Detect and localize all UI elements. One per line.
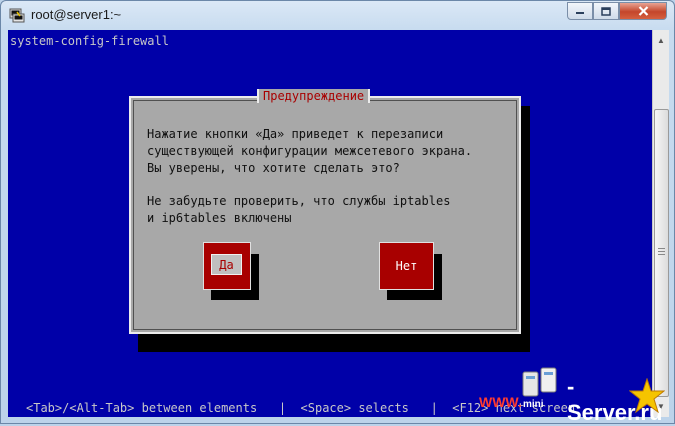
maximize-icon: [601, 6, 611, 16]
window-title: root@server1:~: [31, 7, 122, 22]
no-button-label: Нет: [395, 259, 418, 273]
dialog-line: существующей конфигурации межсетевого эк…: [147, 144, 473, 158]
watermark-www: WWW.: [479, 394, 522, 410]
star-icon: [629, 378, 665, 414]
title-bar[interactable]: root@server1:~: [1, 1, 674, 29]
yes-button[interactable]: Да: [203, 242, 251, 290]
watermark-mini: mini: [523, 399, 544, 410]
no-button[interactable]: Нет: [379, 242, 434, 290]
grip-line: [658, 254, 665, 255]
scrollbar-thumb[interactable]: [654, 109, 669, 397]
vertical-scrollbar[interactable]: ▲ ▼: [652, 30, 669, 417]
yes-button-focus: Да: [211, 254, 242, 275]
scroll-up-arrow-icon[interactable]: ▲: [653, 32, 669, 48]
minimize-button[interactable]: [567, 2, 593, 20]
dialog-shadow-side: [521, 106, 530, 352]
maximize-button[interactable]: [593, 2, 619, 20]
app-title: system-config-firewall: [10, 34, 169, 48]
close-button[interactable]: [619, 2, 667, 20]
warning-dialog: Предупреждение Нажатие кнопки «Да» приве…: [129, 89, 521, 334]
yes-button-shadow-bottom: [211, 290, 259, 300]
dialog-line: Нажатие кнопки «Да» приведет к перезапис…: [147, 127, 444, 141]
watermark-logo: -Server.ru WWW. mini: [479, 366, 669, 425]
grip-line: [658, 248, 665, 249]
grip-line: [658, 251, 665, 252]
no-button-shadow-bottom: [387, 290, 442, 300]
terminal-screen[interactable]: system-config-firewall Предупреждение На…: [8, 30, 652, 417]
dialog-line: и ip6tables включены: [147, 211, 292, 225]
yes-button-label: Да: [219, 257, 234, 272]
terminal-window: root@server1:~ system-config-firewall Пр…: [0, 0, 675, 425]
dialog-line: Не забудьте проверить, что службы iptabl…: [147, 194, 451, 208]
servers-icon: [522, 367, 557, 397]
close-icon: [638, 6, 648, 16]
dialog-shadow: [138, 334, 530, 352]
dialog-title: Предупреждение: [257, 89, 371, 103]
dialog-line: Вы уверены, что хотите сделать это?: [147, 161, 400, 175]
putty-terminal-icon: [9, 8, 25, 23]
minimize-icon: [576, 12, 584, 14]
